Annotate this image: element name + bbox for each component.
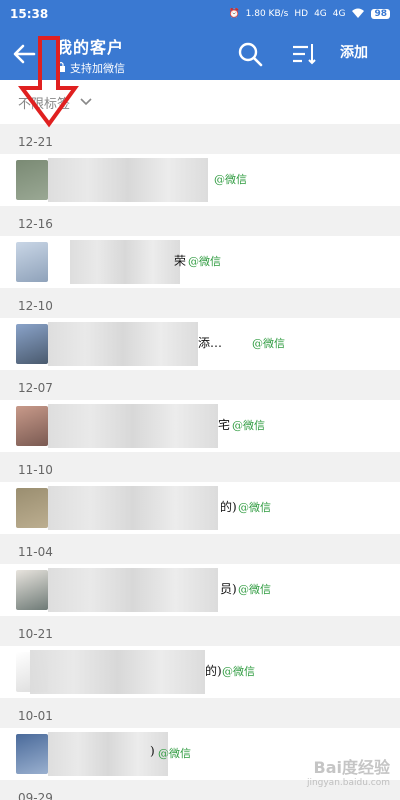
battery-indicator: 98 xyxy=(371,9,390,19)
avatar xyxy=(16,734,48,774)
wechat-source-tag: @微信 xyxy=(232,419,265,432)
customer-name-suffix: 的) xyxy=(220,500,237,514)
watermark: Bai度经验 jingyan.baidu.com xyxy=(307,754,390,788)
signal-4g-1: 4G xyxy=(314,9,327,19)
net-speed: 1.80 KB/s xyxy=(245,9,289,19)
customer-name-suffix: 的) xyxy=(205,664,222,678)
customer-list: 12-21 @微信 12-16 荣 @微信 12-10 添… @微信 12-07 宅 @微信 11-1… xyxy=(0,124,400,800)
lock-icon xyxy=(56,61,66,75)
signal-4g-2: 4G xyxy=(332,9,346,19)
sort-button[interactable] xyxy=(290,40,318,68)
redacted-customer-name xyxy=(48,404,218,448)
status-time: 15:38 xyxy=(10,7,49,21)
back-button[interactable] xyxy=(8,38,40,70)
wechat-source-tag: @微信 xyxy=(214,173,247,186)
date-header: 12-07 xyxy=(0,370,400,400)
date-header: 11-10 xyxy=(0,452,400,482)
redacted-customer-name xyxy=(30,650,205,694)
redacted-customer-name xyxy=(48,568,218,612)
redacted-customer-name xyxy=(48,486,218,530)
date-header: 10-21 xyxy=(0,616,400,646)
date-header: 10-01 xyxy=(0,698,400,728)
back-arrow-icon xyxy=(13,44,36,64)
wechat-source-tag: @微信 xyxy=(188,255,221,268)
watermark-brand: Bai度经验 xyxy=(313,758,390,777)
customer-row[interactable]: 的) @微信 xyxy=(0,646,400,698)
filter-label: 不限标签 xyxy=(18,96,71,112)
wechat-source-tag: @微信 xyxy=(238,583,271,596)
page-subtitle: 支持加微信 xyxy=(56,60,125,76)
chevron-down-icon xyxy=(80,95,92,110)
redacted-customer-name xyxy=(48,322,198,366)
date-header: 12-10 xyxy=(0,288,400,318)
wechat-source-tag: @微信 xyxy=(238,501,271,514)
wechat-source-tag: @微信 xyxy=(158,747,191,760)
date-header: 12-21 xyxy=(0,124,400,154)
subtitle-text: 支持加微信 xyxy=(70,62,125,75)
avatar xyxy=(16,406,48,446)
wifi-icon xyxy=(351,8,365,21)
status-bar: 15:38 ⏰ 1.80 KB/s HD 4G 4G 98 xyxy=(0,0,400,28)
avatar xyxy=(16,324,48,364)
status-icons: ⏰ 1.80 KB/s HD 4G 4G 98 xyxy=(228,8,390,21)
search-button[interactable] xyxy=(236,40,264,68)
redacted-customer-name xyxy=(70,240,180,284)
customer-row[interactable]: 宅 @微信 xyxy=(0,400,400,452)
date-header: 12-16 xyxy=(0,206,400,236)
avatar xyxy=(16,242,48,282)
customer-name-suffix: ) xyxy=(150,744,155,758)
customer-name-suffix: 荣 xyxy=(174,254,187,268)
customer-name-suffix: 宅 xyxy=(218,418,231,432)
customer-name-suffix: 员) xyxy=(220,582,237,596)
customer-row[interactable]: 员) @微信 xyxy=(0,564,400,616)
customer-row[interactable]: 的) @微信 xyxy=(0,482,400,534)
wechat-source-tag: @微信 xyxy=(222,665,255,678)
avatar xyxy=(16,570,48,610)
customer-row[interactable]: @微信 xyxy=(0,154,400,206)
search-icon xyxy=(238,42,263,67)
wechat-source-tag: @微信 xyxy=(252,337,285,350)
sort-icon xyxy=(293,44,316,65)
hd-badge: HD xyxy=(294,9,309,19)
app-header: 我的客户 支持加微信 添加 xyxy=(0,28,400,80)
alarm-icon: ⏰ xyxy=(228,9,240,19)
date-header: 11-04 xyxy=(0,534,400,564)
page-title: 我的客户 xyxy=(56,38,125,57)
avatar xyxy=(16,488,48,528)
add-button[interactable]: 添加 xyxy=(340,42,368,62)
tag-filter[interactable]: 不限标签 xyxy=(0,80,400,124)
customer-name-suffix: 添… xyxy=(198,336,223,350)
redacted-customer-name xyxy=(48,158,208,202)
customer-row[interactable]: 荣 @微信 xyxy=(0,236,400,288)
watermark-url: jingyan.baidu.com xyxy=(306,778,390,788)
avatar xyxy=(16,160,48,200)
customer-row[interactable]: 添… @微信 xyxy=(0,318,400,370)
